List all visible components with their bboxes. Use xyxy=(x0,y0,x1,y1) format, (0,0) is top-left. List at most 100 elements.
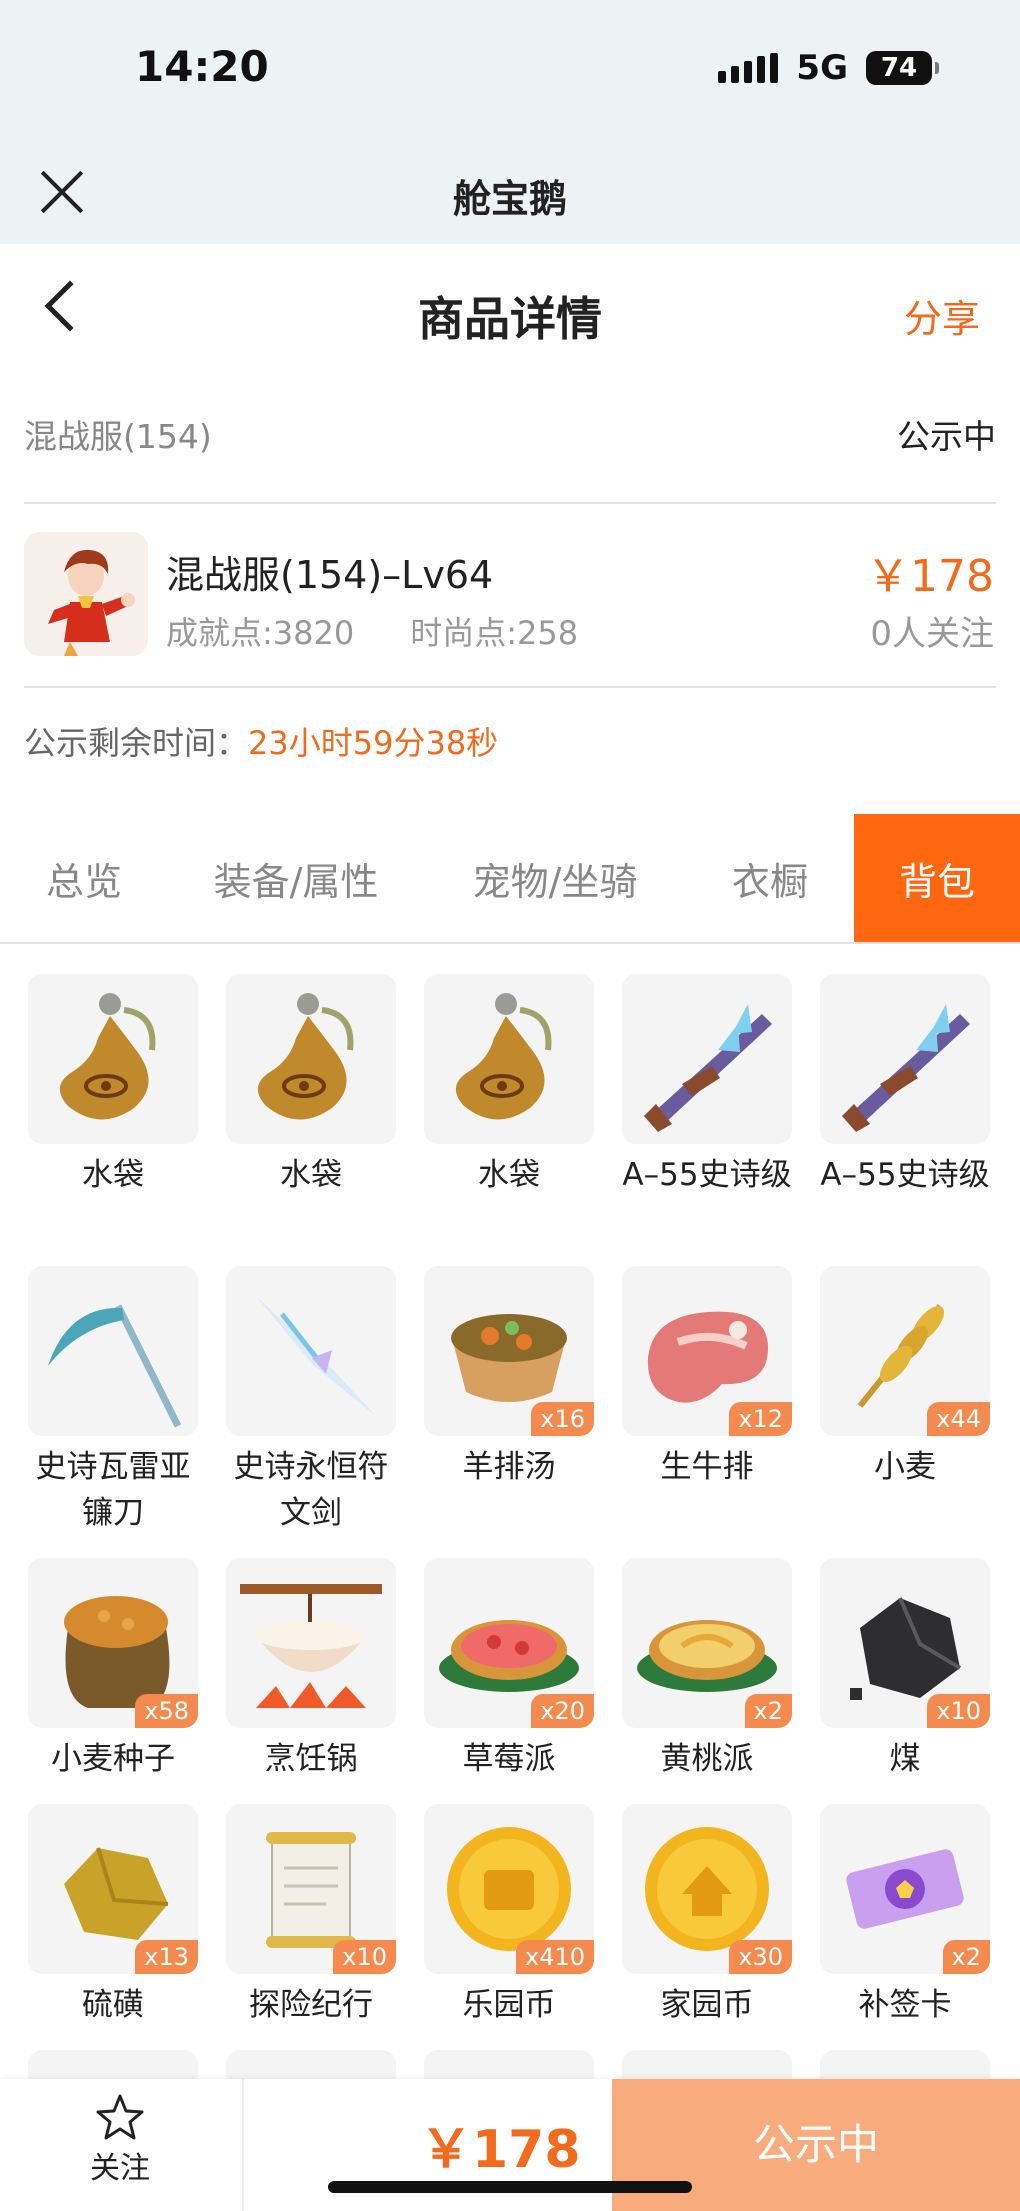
backpack-item[interactable]: 水袋 xyxy=(226,974,396,1198)
server-name: 混战服(154) xyxy=(24,417,212,456)
rifle-icon xyxy=(622,974,792,1144)
backpack-item[interactable]: x30 家园币 xyxy=(622,1804,792,2028)
fashion-points: 时尚点:258 xyxy=(410,614,579,652)
coal-icon: x10 xyxy=(820,1558,990,1728)
battery-icon: 74 xyxy=(866,51,939,85)
item-name: 羊排汤 xyxy=(462,1449,556,1485)
backpack-item[interactable]: x10 煤 xyxy=(820,1558,990,1782)
backpack-item[interactable]: x58 小麦种子 xyxy=(28,1558,198,1782)
cooking-pot-icon xyxy=(226,1558,396,1728)
partial-item-icon xyxy=(622,2050,792,2079)
item-count: x44 xyxy=(927,1402,990,1436)
seed-sack-icon: x58 xyxy=(28,1558,198,1728)
rifle-icon xyxy=(820,974,990,1144)
battery-level: 74 xyxy=(880,53,918,83)
divider xyxy=(24,502,996,504)
backpack-item[interactable]: A–55史诗级 xyxy=(622,974,792,1198)
backpack-item[interactable]: x16 羊排汤 xyxy=(424,1266,594,1490)
item-name: A–55史诗级 xyxy=(622,1157,792,1193)
backpack-item[interactable]: x410 乐园币 xyxy=(424,1804,594,2028)
item-name: 小麦种子 xyxy=(51,1741,175,1777)
partial-item-icon xyxy=(424,2050,594,2079)
page-title: 商品详情 xyxy=(418,292,602,346)
backpack-item[interactable]: 水袋 xyxy=(424,974,594,1198)
item-name: 家园币 xyxy=(660,1987,754,2023)
tab-overview[interactable]: 总览 xyxy=(0,814,168,942)
item-count: x2 xyxy=(744,1694,792,1728)
tab-backpack[interactable]: 背包 xyxy=(854,814,1020,942)
item-count: x410 xyxy=(515,1940,594,1974)
remaining-value: 23小时59分38秒 xyxy=(248,724,499,762)
item-name: 小麦 xyxy=(874,1449,936,1485)
mini-app-title: 舱宝鹅 xyxy=(452,177,567,221)
follower-count: 0人关注 xyxy=(870,614,994,654)
tab-pets[interactable]: 宠物/坐骑 xyxy=(424,814,686,942)
item-name: 水袋 xyxy=(478,1157,540,1193)
backpack-item[interactable]: x2 黄桃派 xyxy=(622,1558,792,1782)
item-count: x2 xyxy=(942,1940,990,1974)
item-name: A–55史诗级 xyxy=(820,1157,990,1193)
product-stats: 成就点:3820 时尚点:258 xyxy=(166,608,578,654)
detail-tabs: 总览 装备/属性 宠物/坐骑 衣橱 背包 xyxy=(0,814,1020,944)
backpack-item[interactable] xyxy=(424,2050,594,2079)
achievement-points: 成就点:3820 xyxy=(166,614,355,652)
partial-item-icon xyxy=(820,2050,990,2079)
water-bag-icon xyxy=(424,974,594,1144)
tab-wardrobe[interactable]: 衣橱 xyxy=(686,814,854,942)
backpack-item[interactable]: x2 补签卡 xyxy=(820,1804,990,2028)
backpack-item[interactable]: x44 小麦 xyxy=(820,1266,990,1490)
item-name: 乐园币 xyxy=(462,1987,556,2023)
item-name: 水袋 xyxy=(82,1157,144,1193)
park-coin-icon: x410 xyxy=(424,1804,594,1974)
item-name: 黄桃派 xyxy=(660,1741,754,1777)
item-name: 补签卡 xyxy=(858,1987,952,2023)
item-count: x20 xyxy=(531,1694,594,1728)
share-button[interactable]: 分享 xyxy=(904,288,980,343)
backpack-item[interactable] xyxy=(226,2050,396,2079)
backpack-item[interactable]: x12 生牛排 xyxy=(622,1266,792,1490)
backpack-item[interactable]: x10 探险纪行 xyxy=(226,1804,396,2028)
mini-app-header: 14:20 5G 74 舱宝鹅 xyxy=(0,0,1020,244)
follow-label: 关注 xyxy=(90,2151,150,2186)
partial-item-icon xyxy=(28,2050,198,2079)
home-indicator xyxy=(328,2181,692,2193)
network-type: 5G xyxy=(796,48,848,88)
item-name: 烹饪锅 xyxy=(264,1741,358,1777)
server-row: 混战服(154) 公示中 xyxy=(24,410,996,458)
divider xyxy=(24,686,996,688)
water-bag-icon xyxy=(226,974,396,1144)
tab-equipment[interactable]: 装备/属性 xyxy=(168,814,424,942)
remaining-label: 公示剩余时间： xyxy=(24,724,249,762)
item-name: 煤 xyxy=(889,1741,921,1777)
strawberry-pie-icon: x20 xyxy=(424,1558,594,1728)
follow-button[interactable]: 关注 xyxy=(60,2091,180,2187)
backpack-item[interactable]: A–55史诗级 xyxy=(820,974,990,1198)
soup-icon: x16 xyxy=(424,1266,594,1436)
backpack-item[interactable]: 水袋 xyxy=(28,974,198,1198)
backpack-item[interactable]: x13 硫磺 xyxy=(28,1804,198,2028)
backpack-item[interactable]: 史诗永恒符文剑 xyxy=(226,1266,396,1536)
item-name: 探险纪行 xyxy=(249,1987,373,2023)
backpack-grid: 水袋 水袋 水袋 A–55史诗级 A–55史诗级 史诗瓦雷亚镰刀 史诗永恒符文剑… xyxy=(0,944,1020,2079)
item-name: 史诗永恒符文剑 xyxy=(233,1449,389,1531)
partial-item-icon xyxy=(226,2050,396,2079)
backpack-item[interactable]: 史诗瓦雷亚镰刀 xyxy=(28,1266,198,1536)
backpack-item[interactable]: x20 草莓派 xyxy=(424,1558,594,1782)
sulfur-icon: x13 xyxy=(28,1804,198,1974)
divider xyxy=(242,2079,244,2211)
item-name: 水袋 xyxy=(280,1157,342,1193)
item-name: 硫磺 xyxy=(82,1987,144,2023)
backpack-item[interactable]: 烹饪锅 xyxy=(226,1558,396,1782)
crystal-sword-icon xyxy=(226,1266,396,1436)
status-time: 14:20 xyxy=(135,42,269,91)
bottom-price: ￥178 xyxy=(420,2120,581,2180)
item-name: 史诗瓦雷亚镰刀 xyxy=(35,1449,191,1531)
backpack-item[interactable] xyxy=(820,2050,990,2079)
server-status: 公示中 xyxy=(897,417,996,456)
peach-pie-icon: x2 xyxy=(622,1558,792,1728)
makeup-card-icon: x2 xyxy=(820,1804,990,1974)
item-name: 生牛排 xyxy=(660,1449,754,1485)
backpack-item[interactable] xyxy=(622,2050,792,2079)
scythe-icon xyxy=(28,1266,198,1436)
backpack-item[interactable] xyxy=(28,2050,198,2079)
